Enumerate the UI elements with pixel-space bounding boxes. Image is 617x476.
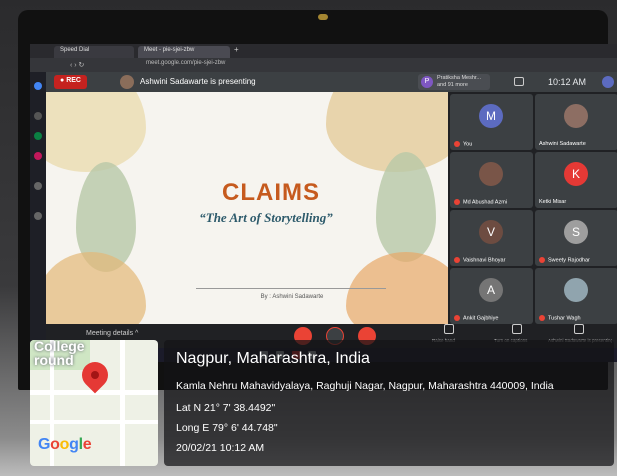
participant-name-text: Ankit Gajbhiye bbox=[463, 315, 499, 321]
participant-name-text: Ashwini Sadawarte bbox=[539, 141, 586, 147]
participant-avatar bbox=[564, 104, 588, 128]
map-label: round bbox=[34, 352, 74, 368]
browser-sidebar bbox=[30, 72, 46, 348]
presenter-avatar bbox=[120, 75, 134, 89]
mic-off-icon bbox=[454, 198, 460, 205]
slide-title: CLAIMS bbox=[222, 179, 320, 206]
leaf-decoration bbox=[46, 92, 146, 172]
meet-clock: 10:12 AM bbox=[548, 77, 587, 87]
presenting-banner: Ashwini Sadawarte is presenting bbox=[140, 77, 256, 86]
sidebar-app-icon[interactable] bbox=[34, 132, 42, 140]
mic-off-icon bbox=[539, 314, 545, 321]
participant-tile[interactable]: Ashwini Sadawarte bbox=[535, 94, 617, 150]
participant-avatar: A bbox=[479, 278, 503, 302]
participant-name: Ankit Gajbhiye bbox=[454, 314, 499, 321]
participant-tile[interactable]: Tushar Wagh bbox=[535, 268, 617, 324]
geotag-city: Nagpur, Maharashtra, India bbox=[176, 350, 370, 367]
participant-tile[interactable]: A Ankit Gajbhiye bbox=[450, 268, 533, 324]
tab-meet[interactable]: Meet - pie-sjei-zbw bbox=[138, 46, 230, 58]
geotag-address: Kamla Nehru Mahavidyalaya, Raghuji Nagar… bbox=[176, 380, 554, 392]
participant-avatar: S bbox=[564, 220, 588, 244]
participant-avatar: V bbox=[479, 220, 503, 244]
captions-icon[interactable] bbox=[512, 324, 522, 334]
participant-name-text: Tushar Wagh bbox=[548, 315, 581, 321]
participant-name: Vaishnavi Bhoyar bbox=[454, 256, 506, 263]
map-road bbox=[30, 420, 158, 424]
nav-buttons-icon[interactable]: ‹ › ↻ bbox=[70, 61, 84, 69]
participant-tile[interactable]: M You bbox=[450, 94, 533, 150]
mic-off-icon bbox=[454, 256, 460, 263]
participant-name-text: Ketki Misar bbox=[539, 199, 567, 205]
leaf-decoration bbox=[376, 152, 436, 262]
participant-avatar: M bbox=[479, 104, 503, 128]
participant-tile[interactable]: S Sweety Rajodhar bbox=[535, 210, 617, 266]
meeting-details-button[interactable]: Meeting details ^ bbox=[86, 330, 138, 337]
sidebar-app-icon[interactable] bbox=[34, 152, 42, 160]
participant-tile[interactable]: Md Abushad Azmi bbox=[450, 152, 533, 208]
participant-name: Sweety Rajodhar bbox=[539, 256, 590, 263]
recording-badge: ● REC bbox=[54, 75, 87, 89]
mic-off-icon bbox=[539, 256, 545, 263]
slide-byline: By : Ashwini Sadawarte bbox=[260, 294, 324, 300]
participant-tile[interactable]: K Ketki Misar bbox=[535, 152, 617, 208]
sidebar-app-icon[interactable] bbox=[34, 212, 42, 220]
people-chip-line1: Pratiksha Meshr... bbox=[437, 75, 482, 81]
geotag-longitude: Long E 79° 6' 44.748" bbox=[176, 422, 278, 434]
participant-name-text: Sweety Rajodhar bbox=[548, 257, 590, 263]
participant-name: Tushar Wagh bbox=[539, 314, 581, 321]
participant-name: Ketki Misar bbox=[539, 199, 566, 205]
geotag-latitude: Lat N 21° 7' 38.4492" bbox=[176, 402, 276, 414]
participant-avatar bbox=[479, 162, 503, 186]
slide-subtitle: “The Art of Storytelling” bbox=[199, 210, 333, 225]
leaf-decoration bbox=[326, 92, 448, 172]
laptop-screen: Speed Dial Meet - pie-sjei-zbw + ‹ › ↻ m… bbox=[30, 44, 617, 348]
rec-label: REC bbox=[66, 77, 81, 84]
account-avatar[interactable] bbox=[602, 76, 614, 88]
participant-name: Ashwini Sadawarte bbox=[539, 141, 586, 147]
presentation-slide: CLAIMS “The Art of Storytelling” By : As… bbox=[46, 92, 448, 324]
sidebar-app-icon[interactable] bbox=[34, 112, 42, 120]
raise-hand-icon[interactable] bbox=[444, 324, 454, 334]
present-icon[interactable] bbox=[574, 324, 584, 334]
participant-name-text: Vaishnavi Bhoyar bbox=[463, 257, 506, 263]
meeting-details-label: Meeting details bbox=[86, 330, 134, 337]
meet-top-bar: ● REC Ashwini Sadawarte is presenting P … bbox=[46, 72, 617, 92]
map-road bbox=[120, 340, 125, 466]
participant-name-text: Md Abushad Azmi bbox=[463, 199, 508, 205]
leaf-decoration bbox=[46, 252, 146, 324]
participant-grid: M You Ashwini Sadawarte Md Abushad Azmi … bbox=[448, 92, 617, 324]
people-chip-avatar: P bbox=[421, 76, 433, 88]
geotag-panel: Nagpur, Maharashtra, India Kamla Nehru M… bbox=[164, 340, 614, 466]
mic-off-icon bbox=[454, 140, 460, 147]
geotag-datetime: 20/02/21 10:12 AM bbox=[176, 442, 265, 454]
participant-name: You bbox=[454, 140, 473, 147]
participant-name: Md Abushad Azmi bbox=[454, 198, 508, 205]
people-chip-line2: and 91 more bbox=[437, 82, 468, 88]
webcam bbox=[318, 14, 328, 20]
participant-name-text: You bbox=[463, 141, 473, 147]
google-logo: Google bbox=[38, 436, 92, 453]
people-chip-text: Pratiksha Meshr... and 91 more bbox=[437, 75, 481, 89]
tab-speed-dial[interactable]: Speed Dial bbox=[54, 46, 134, 58]
url-field[interactable]: meet.google.com/pie-sjei-zbw bbox=[140, 60, 380, 70]
photo: Speed Dial Meet - pie-sjei-zbw + ‹ › ↻ m… bbox=[0, 0, 617, 476]
slide-divider bbox=[196, 288, 386, 289]
location-pin-dot bbox=[91, 371, 99, 379]
geotag-map: College round Google bbox=[30, 340, 158, 466]
sidebar-app-icon[interactable] bbox=[34, 182, 42, 190]
participant-avatar: K bbox=[564, 162, 588, 186]
browser-tab-strip: Speed Dial Meet - pie-sjei-zbw + bbox=[30, 44, 617, 58]
chat-icon[interactable] bbox=[514, 77, 524, 86]
sidebar-app-icon[interactable] bbox=[34, 82, 42, 90]
people-chip[interactable]: P Pratiksha Meshr... and 91 more bbox=[418, 74, 490, 90]
mic-off-icon bbox=[454, 314, 460, 321]
new-tab-icon[interactable]: + bbox=[234, 45, 239, 54]
participant-avatar bbox=[564, 278, 588, 302]
participant-tile[interactable]: V Vaishnavi Bhoyar bbox=[450, 210, 533, 266]
